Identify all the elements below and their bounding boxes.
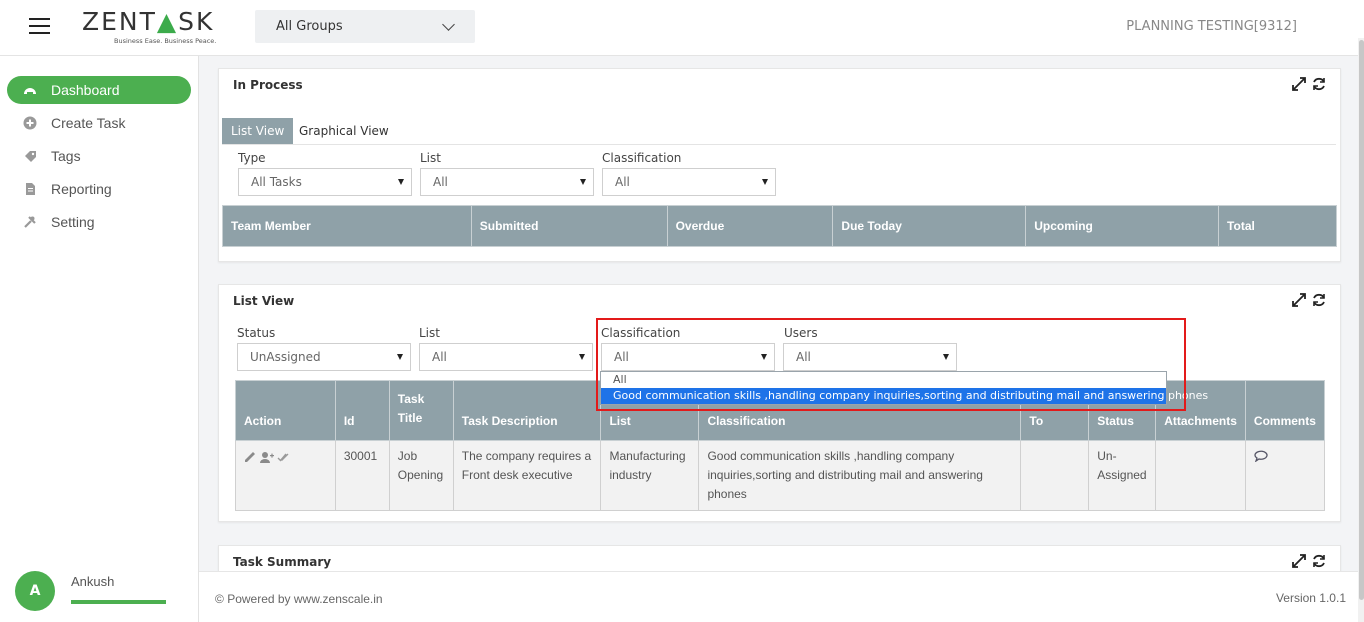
caret-down-icon <box>398 179 404 185</box>
comments-cell <box>1244 440 1326 511</box>
sidebar-item-dashboard[interactable]: Dashboard <box>7 76 191 104</box>
users-label: Users <box>784 326 818 340</box>
action-cell <box>235 440 336 511</box>
column-header[interactable]: Upcoming <box>1025 205 1220 247</box>
dropdown-option-all[interactable]: All <box>601 372 1166 388</box>
zentask-logo[interactable]: ZENT▲SK Business Ease. Business Peace. <box>82 8 222 46</box>
list-select[interactable]: All <box>419 343 593 371</box>
sidebar-item-create-task[interactable]: Create Task <box>7 109 191 137</box>
type-select[interactable]: All Tasks <box>238 168 412 196</box>
tag-icon <box>25 151 36 162</box>
list-select[interactable]: All <box>420 168 594 196</box>
caret-down-icon <box>579 354 585 360</box>
refresh-icon[interactable] <box>1312 554 1326 568</box>
comment-icon[interactable] <box>1254 450 1268 463</box>
column-header[interactable]: Total <box>1218 205 1337 247</box>
chevron-down-icon <box>442 18 455 31</box>
classification-select[interactable]: All <box>602 168 776 196</box>
double-check-icon[interactable] <box>277 453 289 462</box>
tab-list-view[interactable]: List View <box>222 118 294 144</box>
sidebar-item-tags[interactable]: Tags <box>7 142 191 170</box>
to-cell <box>1020 440 1090 511</box>
caret-down-icon <box>943 354 949 360</box>
refresh-icon[interactable] <box>1312 293 1326 307</box>
attachments-cell <box>1155 440 1246 511</box>
status-label: Status <box>237 326 276 340</box>
copyright-symbol: © <box>215 592 224 606</box>
assign-user-icon[interactable] <box>260 452 274 463</box>
user-name: Ankush <box>71 574 115 589</box>
plus-circle-icon <box>23 116 37 130</box>
caret-down-icon <box>762 179 768 185</box>
organization-name: PLANNING TESTING[9312] <box>1126 19 1297 34</box>
title-cell: Job Opening <box>388 440 454 511</box>
logo-tagline: Business Ease. Business Peace. <box>114 37 217 45</box>
classification-cell: Good communication skills ,handling comp… <box>698 440 1022 511</box>
column-header[interactable]: Action <box>235 380 336 441</box>
caret-down-icon <box>761 354 767 360</box>
status-select[interactable]: UnAssigned <box>237 343 411 371</box>
footer: © Powered by www.zenscale.in Version 1.0… <box>199 571 1364 622</box>
list-label: List <box>419 326 440 340</box>
avatar[interactable]: A <box>15 571 55 611</box>
column-header[interactable]: Due Today <box>832 205 1027 247</box>
file-icon <box>26 183 35 195</box>
version-label: Version 1.0.1 <box>1275 591 1346 605</box>
tab-graphical-view[interactable]: Graphical View <box>290 118 398 144</box>
column-header[interactable]: Comments <box>1244 380 1326 441</box>
panel-title: List View <box>233 294 295 308</box>
classification-select[interactable]: All <box>601 343 775 371</box>
description-cell: The company requires a Front desk execut… <box>452 440 602 511</box>
dashboard-icon <box>24 88 36 94</box>
caret-down-icon <box>580 179 586 185</box>
list-cell: Manufacturing industry <box>600 440 700 511</box>
classification-dropdown[interactable]: All Good communication skills ,handling … <box>600 371 1208 405</box>
dropdown-option-classification[interactable]: Good communication skills ,handling comp… <box>601 388 1208 404</box>
expand-icon[interactable] <box>1292 554 1306 568</box>
user-progress-bar <box>71 600 166 604</box>
column-header[interactable]: Task Description <box>452 380 602 441</box>
powered-by-link[interactable]: Powered by www.zenscale.in <box>227 592 382 606</box>
expand-icon[interactable] <box>1292 77 1306 91</box>
column-header[interactable]: Task Title <box>388 380 454 441</box>
column-header[interactable]: Id <box>334 380 390 441</box>
in-process-panel: In Process List View Graphical View Type… <box>218 68 1341 262</box>
top-bar: ZENT▲SK Business Ease. Business Peace. A… <box>0 0 1364 56</box>
refresh-icon[interactable] <box>1312 77 1326 91</box>
hamburger-menu-icon[interactable] <box>29 18 50 34</box>
column-header[interactable]: Overdue <box>666 205 834 247</box>
type-label: Type <box>238 151 266 165</box>
sidebar-item-setting[interactable]: Setting <box>7 208 191 236</box>
tools-icon <box>24 216 36 228</box>
classification-label: Classification <box>602 151 682 165</box>
id-cell: 30001 <box>334 440 390 511</box>
column-header[interactable]: Team Member <box>222 205 472 247</box>
sidebar: Dashboard Create Task Tags Reporting Set… <box>0 56 199 622</box>
classification-label: Classification <box>601 326 681 340</box>
in-process-table: Team Member Submitted Overdue Due Today … <box>222 205 1337 247</box>
panel-title: Task Summary <box>233 555 332 569</box>
column-header[interactable]: Submitted <box>470 205 668 247</box>
table-row[interactable]: 30001 Job Opening The company requires a… <box>235 440 1326 511</box>
list-label: List <box>420 151 441 165</box>
edit-icon[interactable] <box>245 452 255 462</box>
status-cell: Un-Assigned <box>1088 440 1157 511</box>
panel-title: In Process <box>233 78 303 92</box>
caret-down-icon <box>397 354 403 360</box>
expand-icon[interactable] <box>1292 293 1306 307</box>
users-select[interactable]: All <box>783 343 957 371</box>
group-select[interactable]: All Groups <box>255 10 475 43</box>
sidebar-item-reporting[interactable]: Reporting <box>7 175 191 203</box>
scrollbar-thumb[interactable] <box>1359 40 1364 600</box>
